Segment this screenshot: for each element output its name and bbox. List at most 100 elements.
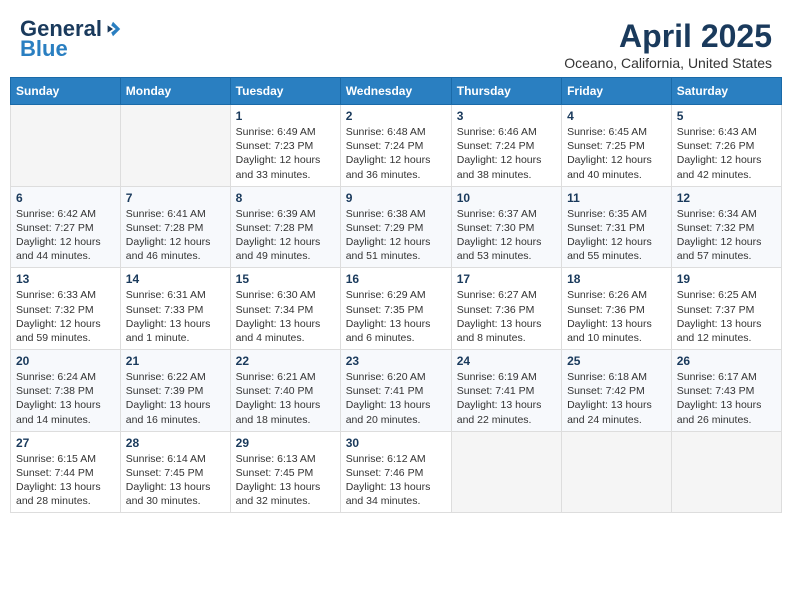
day-info: Sunrise: 6:48 AM Sunset: 7:24 PM Dayligh… xyxy=(346,125,446,182)
calendar-cell: 9 Sunrise: 6:38 AM Sunset: 7:29 PM Daylig… xyxy=(340,186,451,268)
weekday-header: Friday xyxy=(562,78,672,105)
day-info: Sunrise: 6:41 AM Sunset: 7:28 PM Dayligh… xyxy=(126,207,225,264)
day-info: Sunrise: 6:33 AM Sunset: 7:32 PM Dayligh… xyxy=(16,288,115,345)
day-number: 23 xyxy=(346,354,446,368)
day-info: Sunrise: 6:30 AM Sunset: 7:34 PM Dayligh… xyxy=(236,288,335,345)
day-number: 16 xyxy=(346,272,446,286)
calendar-cell xyxy=(120,105,230,187)
weekday-header: Saturday xyxy=(671,78,781,105)
calendar-cell: 18 Sunrise: 6:26 AM Sunset: 7:36 PM Dayli… xyxy=(562,268,672,350)
day-number: 11 xyxy=(567,191,666,205)
day-info: Sunrise: 6:43 AM Sunset: 7:26 PM Dayligh… xyxy=(677,125,776,182)
calendar-cell xyxy=(451,431,561,513)
day-info: Sunrise: 6:49 AM Sunset: 7:23 PM Dayligh… xyxy=(236,125,335,182)
calendar-cell xyxy=(671,431,781,513)
weekday-header: Sunday xyxy=(11,78,121,105)
day-number: 7 xyxy=(126,191,225,205)
day-number: 25 xyxy=(567,354,666,368)
day-number: 14 xyxy=(126,272,225,286)
calendar-cell: 11 Sunrise: 6:35 AM Sunset: 7:31 PM Dayli… xyxy=(562,186,672,268)
day-info: Sunrise: 6:42 AM Sunset: 7:27 PM Dayligh… xyxy=(16,207,115,264)
weekday-header: Monday xyxy=(120,78,230,105)
day-info: Sunrise: 6:27 AM Sunset: 7:36 PM Dayligh… xyxy=(457,288,556,345)
calendar-cell: 29 Sunrise: 6:13 AM Sunset: 7:45 PM Dayli… xyxy=(230,431,340,513)
day-number: 10 xyxy=(457,191,556,205)
calendar-cell: 27Sunrise: 6:15 AM Sunset: 7:44 PM Dayli… xyxy=(11,431,121,513)
day-number: 3 xyxy=(457,109,556,123)
calendar-cell: 22 Sunrise: 6:21 AM Sunset: 7:40 PM Dayli… xyxy=(230,350,340,432)
calendar-cell: 20Sunrise: 6:24 AM Sunset: 7:38 PM Dayli… xyxy=(11,350,121,432)
calendar-cell: 5Sunrise: 6:43 AM Sunset: 7:26 PM Daylig… xyxy=(671,105,781,187)
day-info: Sunrise: 6:37 AM Sunset: 7:30 PM Dayligh… xyxy=(457,207,556,264)
day-info: Sunrise: 6:31 AM Sunset: 7:33 PM Dayligh… xyxy=(126,288,225,345)
day-info: Sunrise: 6:46 AM Sunset: 7:24 PM Dayligh… xyxy=(457,125,556,182)
calendar-cell: 12 Sunrise: 6:34 AM Sunset: 7:32 PM Dayli… xyxy=(671,186,781,268)
calendar-cell xyxy=(11,105,121,187)
day-number: 15 xyxy=(236,272,335,286)
day-info: Sunrise: 6:22 AM Sunset: 7:39 PM Dayligh… xyxy=(126,370,225,427)
day-number: 8 xyxy=(236,191,335,205)
calendar-cell: 30 Sunrise: 6:12 AM Sunset: 7:46 PM Dayli… xyxy=(340,431,451,513)
location-subtitle: Oceano, California, United States xyxy=(564,55,772,71)
calendar-week-row: 13Sunrise: 6:33 AM Sunset: 7:32 PM Dayli… xyxy=(11,268,782,350)
calendar-cell: 24Sunrise: 6:19 AM Sunset: 7:41 PM Dayli… xyxy=(451,350,561,432)
day-info: Sunrise: 6:29 AM Sunset: 7:35 PM Dayligh… xyxy=(346,288,446,345)
day-info: Sunrise: 6:14 AM Sunset: 7:45 PM Dayligh… xyxy=(126,452,225,509)
day-info: Sunrise: 6:20 AM Sunset: 7:41 PM Dayligh… xyxy=(346,370,446,427)
day-info: Sunrise: 6:45 AM Sunset: 7:25 PM Dayligh… xyxy=(567,125,666,182)
calendar-header-row: SundayMondayTuesdayWednesdayThursdayFrid… xyxy=(11,78,782,105)
day-info: Sunrise: 6:19 AM Sunset: 7:41 PM Dayligh… xyxy=(457,370,556,427)
day-info: Sunrise: 6:18 AM Sunset: 7:42 PM Dayligh… xyxy=(567,370,666,427)
day-number: 21 xyxy=(126,354,225,368)
calendar-cell: 21 Sunrise: 6:22 AM Sunset: 7:39 PM Dayli… xyxy=(120,350,230,432)
day-info: Sunrise: 6:12 AM Sunset: 7:46 PM Dayligh… xyxy=(346,452,446,509)
day-info: Sunrise: 6:38 AM Sunset: 7:29 PM Dayligh… xyxy=(346,207,446,264)
calendar-cell: 3 Sunrise: 6:46 AM Sunset: 7:24 PM Daylig… xyxy=(451,105,561,187)
month-title: April 2025 xyxy=(564,18,772,55)
calendar-cell: 25 Sunrise: 6:18 AM Sunset: 7:42 PM Dayli… xyxy=(562,350,672,432)
day-info: Sunrise: 6:34 AM Sunset: 7:32 PM Dayligh… xyxy=(677,207,776,264)
day-number: 12 xyxy=(677,191,776,205)
page-header: General Blue April 2025 Oceano, Californ… xyxy=(10,10,782,77)
calendar-cell xyxy=(562,431,672,513)
day-info: Sunrise: 6:26 AM Sunset: 7:36 PM Dayligh… xyxy=(567,288,666,345)
day-number: 9 xyxy=(346,191,446,205)
calendar-cell: 2 Sunrise: 6:48 AM Sunset: 7:24 PM Daylig… xyxy=(340,105,451,187)
logo-blue: Blue xyxy=(20,36,68,62)
calendar-cell: 26Sunrise: 6:17 AM Sunset: 7:43 PM Dayli… xyxy=(671,350,781,432)
calendar-cell: 14 Sunrise: 6:31 AM Sunset: 7:33 PM Dayli… xyxy=(120,268,230,350)
day-number: 30 xyxy=(346,436,446,450)
calendar-cell: 1 Sunrise: 6:49 AM Sunset: 7:23 PM Daylig… xyxy=(230,105,340,187)
day-number: 20 xyxy=(16,354,115,368)
day-number: 18 xyxy=(567,272,666,286)
weekday-header: Thursday xyxy=(451,78,561,105)
calendar-cell: 19Sunrise: 6:25 AM Sunset: 7:37 PM Dayli… xyxy=(671,268,781,350)
calendar-cell: 4 Sunrise: 6:45 AM Sunset: 7:25 PM Daylig… xyxy=(562,105,672,187)
day-info: Sunrise: 6:35 AM Sunset: 7:31 PM Dayligh… xyxy=(567,207,666,264)
calendar-week-row: 6 Sunrise: 6:42 AM Sunset: 7:27 PM Daylig… xyxy=(11,186,782,268)
day-info: Sunrise: 6:39 AM Sunset: 7:28 PM Dayligh… xyxy=(236,207,335,264)
calendar-cell: 28Sunrise: 6:14 AM Sunset: 7:45 PM Dayli… xyxy=(120,431,230,513)
day-number: 6 xyxy=(16,191,115,205)
day-number: 26 xyxy=(677,354,776,368)
day-info: Sunrise: 6:21 AM Sunset: 7:40 PM Dayligh… xyxy=(236,370,335,427)
day-info: Sunrise: 6:15 AM Sunset: 7:44 PM Dayligh… xyxy=(16,452,115,509)
day-number: 22 xyxy=(236,354,335,368)
weekday-header: Wednesday xyxy=(340,78,451,105)
day-number: 17 xyxy=(457,272,556,286)
logo-icon xyxy=(104,20,122,38)
day-number: 19 xyxy=(677,272,776,286)
calendar-cell: 10 Sunrise: 6:37 AM Sunset: 7:30 PM Dayli… xyxy=(451,186,561,268)
calendar-week-row: 20Sunrise: 6:24 AM Sunset: 7:38 PM Dayli… xyxy=(11,350,782,432)
calendar-cell: 6 Sunrise: 6:42 AM Sunset: 7:27 PM Daylig… xyxy=(11,186,121,268)
day-number: 1 xyxy=(236,109,335,123)
calendar-cell: 15 Sunrise: 6:30 AM Sunset: 7:34 PM Dayli… xyxy=(230,268,340,350)
logo: General Blue xyxy=(20,18,122,62)
title-area: April 2025 Oceano, California, United St… xyxy=(564,18,772,71)
day-number: 29 xyxy=(236,436,335,450)
day-number: 4 xyxy=(567,109,666,123)
day-info: Sunrise: 6:13 AM Sunset: 7:45 PM Dayligh… xyxy=(236,452,335,509)
day-number: 2 xyxy=(346,109,446,123)
calendar-week-row: 27Sunrise: 6:15 AM Sunset: 7:44 PM Dayli… xyxy=(11,431,782,513)
calendar-cell: 23 Sunrise: 6:20 AM Sunset: 7:41 PM Dayli… xyxy=(340,350,451,432)
